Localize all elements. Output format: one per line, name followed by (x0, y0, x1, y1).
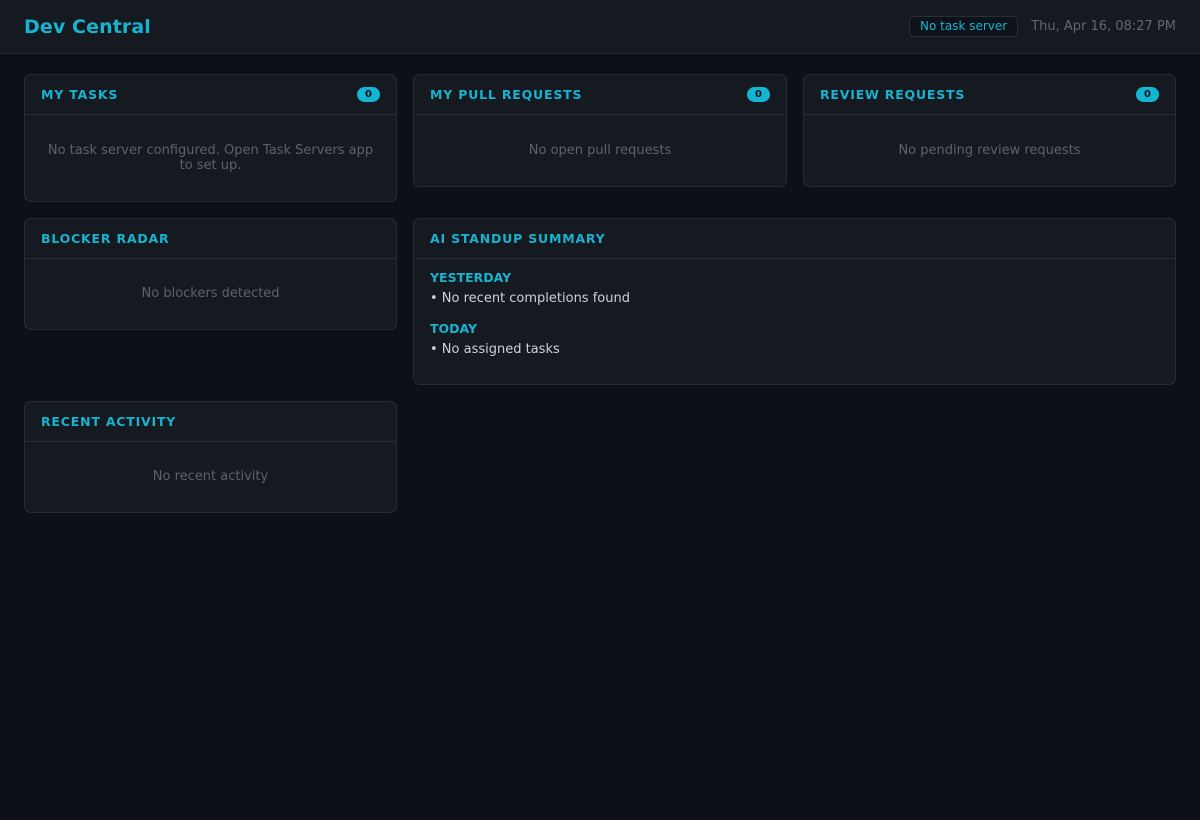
review-requests-card: REVIEW REQUESTS 0 No pending review requ… (803, 74, 1176, 187)
task-server-status-badge[interactable]: No task server (909, 16, 1019, 37)
recent-activity-card: RECENT ACTIVITY No recent activity (24, 401, 397, 513)
standup-yesterday-label: YESTERDAY (430, 270, 512, 285)
review-requests-header: REVIEW REQUESTS 0 (804, 75, 1175, 115)
review-requests-title: REVIEW REQUESTS (820, 87, 966, 102)
my-tasks-title: MY TASKS (41, 87, 119, 102)
my-pull-requests-header: MY PULL REQUESTS 0 (414, 75, 786, 115)
my-pull-requests-card: MY PULL REQUESTS 0 No open pull requests (413, 74, 787, 187)
top-bar-right: No task server Thu, Apr 16, 08:27 PM (909, 16, 1176, 37)
my-tasks-card: MY TASKS 0 No task server configured. Op… (24, 74, 397, 202)
recent-activity-empty-message: No recent activity (152, 469, 269, 484)
my-tasks-count-badge: 0 (357, 87, 380, 102)
my-pull-requests-count-badge: 0 (747, 87, 770, 102)
review-requests-count-badge: 0 (1136, 87, 1159, 102)
ai-standup-summary-header: AI STANDUP SUMMARY (414, 219, 1175, 259)
my-pull-requests-empty-message: No open pull requests (528, 143, 672, 158)
blocker-radar-header: BLOCKER RADAR (25, 219, 396, 259)
current-datetime: Thu, Apr 16, 08:27 PM (1031, 19, 1176, 34)
standup-today-item: • No assigned tasks (430, 342, 560, 357)
ai-standup-summary-title: AI STANDUP SUMMARY (430, 231, 606, 246)
standup-body: YESTERDAY • No recent completions found … (414, 259, 1175, 357)
standup-yesterday-item: • No recent completions found (430, 291, 630, 306)
blocker-radar-card: BLOCKER RADAR No blockers detected (24, 218, 397, 330)
app-title: Dev Central (24, 15, 151, 38)
blocker-radar-title: BLOCKER RADAR (41, 231, 170, 246)
blocker-radar-empty-message: No blockers detected (141, 286, 280, 301)
recent-activity-title: RECENT ACTIVITY (41, 414, 177, 429)
top-bar: Dev Central No task server Thu, Apr 16, … (0, 0, 1200, 54)
recent-activity-header: RECENT ACTIVITY (25, 402, 396, 442)
ai-standup-summary-card: AI STANDUP SUMMARY YESTERDAY • No recent… (413, 218, 1176, 385)
review-requests-empty-message: No pending review requests (898, 143, 1081, 158)
my-pull-requests-title: MY PULL REQUESTS (430, 87, 583, 102)
standup-today-label: TODAY (430, 321, 478, 336)
my-tasks-empty-message: No task server configured. Open Task Ser… (47, 143, 374, 173)
standup-spacer (430, 306, 1159, 321)
my-tasks-header: MY TASKS 0 (25, 75, 396, 115)
